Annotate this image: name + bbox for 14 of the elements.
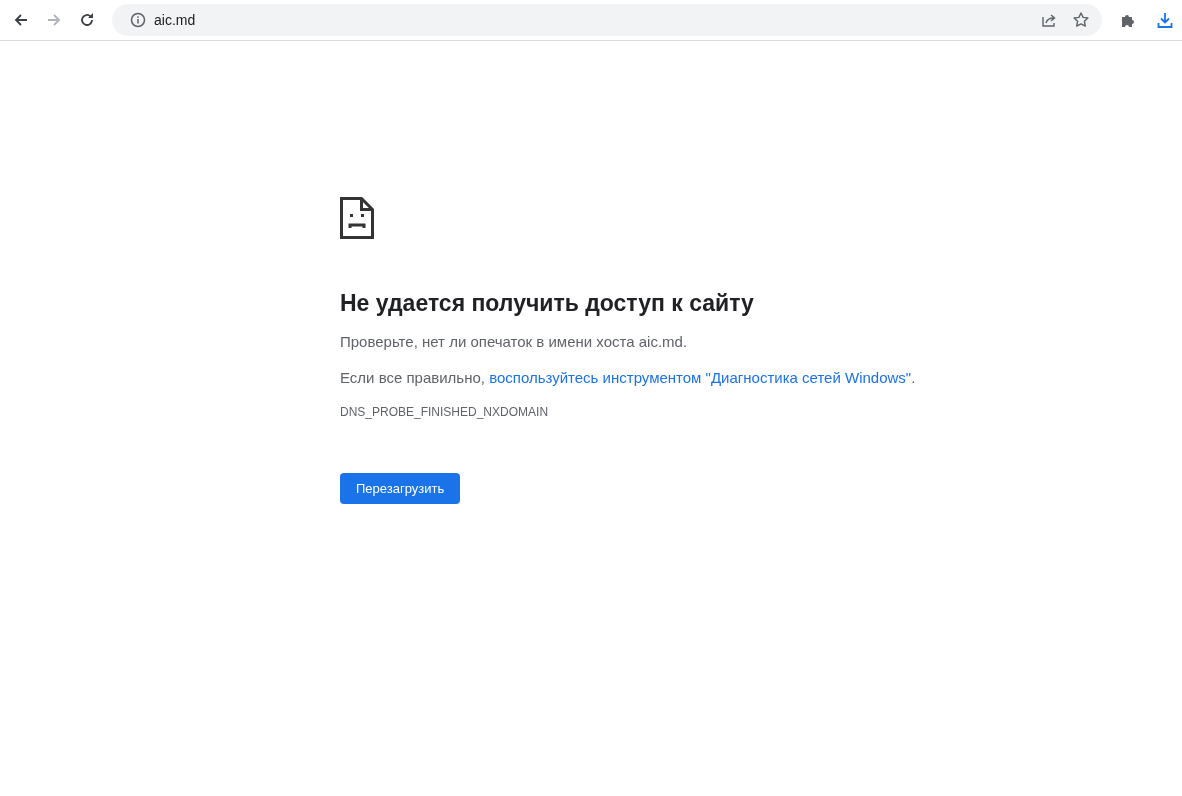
- url-text: aic.md: [154, 12, 196, 28]
- diagnostics-link[interactable]: воспользуйтесь инструментом "Диагностика сетей Windows": [489, 369, 912, 386]
- address-bar[interactable]: aic.md: [112, 4, 1102, 36]
- error-hint: Проверьте, нет ли опечаток в имени хоста aic.md.: [340, 332, 688, 352]
- reload-icon[interactable]: [78, 11, 96, 29]
- star-icon[interactable]: [1072, 11, 1090, 29]
- info-icon[interactable]: [130, 12, 146, 28]
- reload-button[interactable]: Перезагрузить: [340, 473, 461, 504]
- suggestion-text: Если все правильно, воспользуйтесь инструментом "Диагностика сетей Windows".: [340, 368, 916, 388]
- download-icon[interactable]: [1156, 11, 1174, 29]
- share-icon[interactable]: [1040, 11, 1058, 29]
- error-heading: Не удается получить доступ к сайту: [340, 289, 754, 317]
- error-code: DNS_PROBE_FINISHED_NXDOMAIN: [340, 405, 549, 419]
- sad-page-icon: [340, 197, 374, 239]
